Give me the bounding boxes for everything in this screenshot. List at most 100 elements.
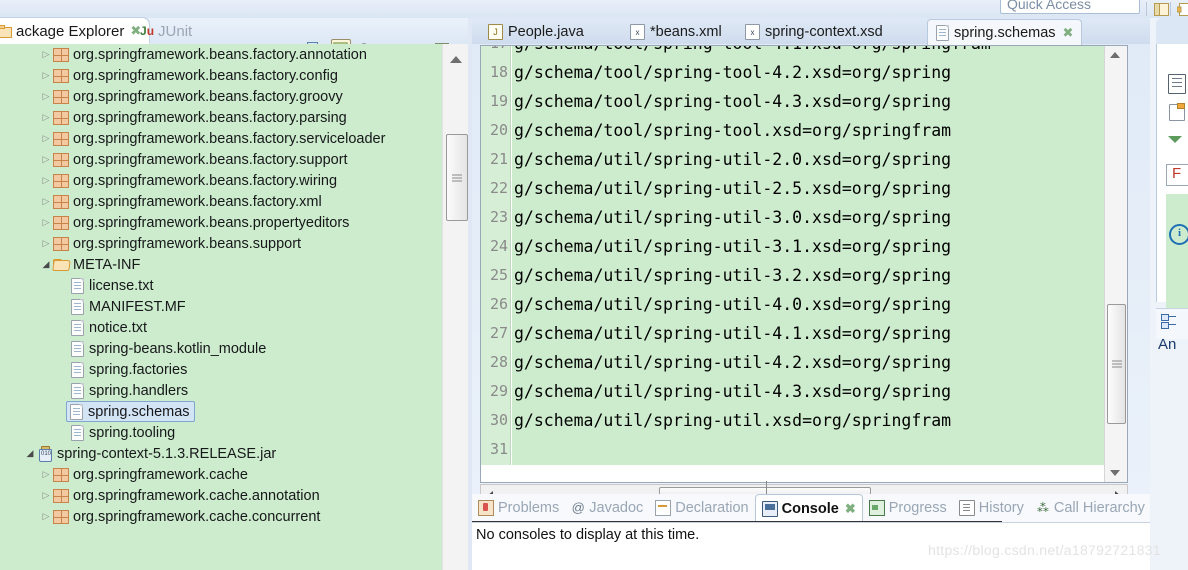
tree-item[interactable]: ▷ org.springframework.beans.support <box>0 233 442 254</box>
tree-item[interactable]: spring.factories <box>0 359 442 380</box>
code-line[interactable]: g/schema/util/spring-util-3.0.xsd=org/sp… <box>514 203 1104 232</box>
tree-item[interactable]: ▷ org.springframework.beans.factory.annot… <box>0 44 442 65</box>
tree-item[interactable]: ◢ 010 spring-context-5.1.3.RELEASE.jar <box>0 443 442 464</box>
tree-item[interactable]: license.txt <box>0 275 442 296</box>
expand-arrow-open-icon[interactable]: ◢ <box>40 259 52 270</box>
tree-item[interactable]: spring-beans.kotlin_module <box>0 338 442 359</box>
bottom-view-tab[interactable]: Console ✖ <box>754 494 863 522</box>
tree-item[interactable]: notice.txt <box>0 317 442 338</box>
expand-arrow-closed-icon[interactable]: ▷ <box>40 49 52 60</box>
bottom-view-tab[interactable]: Declaration <box>649 495 754 521</box>
editor-vertical-scrollbar[interactable] <box>1104 46 1127 482</box>
code-line[interactable]: g/schema/util/spring-util-4.1.xsd=org/sp… <box>514 319 1104 348</box>
editor-tab[interactable]: x spring-context.xsd <box>737 20 891 44</box>
scroll-up-arrow-icon[interactable] <box>450 56 462 63</box>
expand-arrow-open-icon[interactable]: ◢ <box>24 448 36 459</box>
tree-item[interactable]: ▷ org.springframework.beans.factory.xml <box>0 191 442 212</box>
editor-tab[interactable]: J People.java <box>480 20 592 44</box>
tree-item[interactable]: ◢ META-INF <box>0 254 442 275</box>
expand-arrow-closed-icon[interactable]: ▷ <box>40 511 52 522</box>
tree-item-icon <box>52 467 70 482</box>
expand-arrow-closed-icon[interactable]: ▷ <box>40 175 52 186</box>
expand-arrow-closed-icon[interactable]: ▷ <box>40 112 52 123</box>
open-perspective-icon[interactable] <box>1152 1 1170 17</box>
package-explorer-tabrow: ackage Explorer ✖ Ju JUnit <box>0 18 468 59</box>
package-icon <box>53 467 69 482</box>
tab-package-explorer[interactable]: ackage Explorer ✖ <box>0 18 150 44</box>
code-line[interactable]: g/schema/util/spring-util.xsd=org/spring… <box>514 406 1104 435</box>
tree-item[interactable]: ▷ org.springframework.beans.factory.confi… <box>0 65 442 86</box>
selected-tree-item[interactable]: spring.schemas <box>66 401 195 422</box>
code-line[interactable]: g/schema/util/spring-util-4.0.xsd=org/sp… <box>514 290 1104 319</box>
source-text[interactable]: g/schema/tool/spring-tool-4.1.xsd=org/sp… <box>512 46 1104 465</box>
code-line[interactable]: g/schema/util/spring-util-4.3.xsd=org/sp… <box>514 377 1104 406</box>
tree-item[interactable]: ▷ org.springframework.cache.concurrent <box>0 506 442 527</box>
code-line[interactable]: g/schema/util/spring-util-3.2.xsd=org/sp… <box>514 261 1104 290</box>
expand-arrow-closed-icon[interactable]: ▷ <box>40 91 52 102</box>
file-icon <box>70 424 84 441</box>
package-icon <box>53 110 69 125</box>
tree-item[interactable]: ▷ org.springframework.beans.factory.groov… <box>0 86 442 107</box>
quick-access-field[interactable]: Quick Access <box>1000 0 1140 14</box>
tree-item[interactable]: ▷ org.springframework.beans.propertyedito… <box>0 212 442 233</box>
code-line[interactable]: g/schema/tool/spring-tool.xsd=org/spring… <box>514 116 1104 145</box>
expand-arrow-closed-icon[interactable]: ▷ <box>40 70 52 81</box>
package-icon <box>53 236 69 251</box>
editor-text-area[interactable]: 17 18 19 20 21 22 23 24 25 26 27 28 29 30 31 g/schema/… <box>480 45 1128 483</box>
bottom-view-tab[interactable]: Progress <box>863 495 953 521</box>
chevron-down-icon[interactable] <box>1168 136 1182 143</box>
editor-tab[interactable]: x *beans.xml <box>622 20 730 44</box>
tab-junit[interactable]: Ju JUnit <box>140 18 192 44</box>
expand-arrow-closed-icon[interactable]: ▷ <box>40 154 52 165</box>
scroll-up-arrow-icon[interactable] <box>1110 52 1120 58</box>
expand-arrow-closed-icon[interactable]: ▷ <box>40 196 52 207</box>
perspective-java-icon[interactable] <box>1174 1 1188 17</box>
editor-tab-label: spring-context.xsd <box>765 24 883 40</box>
outline-tab[interactable] <box>1156 18 1188 44</box>
scrollbar-thumb[interactable] <box>1107 304 1126 424</box>
bottom-view-tab[interactable]: ⁂ Call Hierarchy <box>1030 495 1151 521</box>
expand-arrow-closed-icon[interactable]: ▷ <box>40 490 52 501</box>
code-line[interactable]: g/schema/util/spring-util-2.5.xsd=org/sp… <box>514 174 1104 203</box>
close-icon[interactable]: ✖ <box>845 501 856 517</box>
close-icon[interactable]: ✖ <box>1063 25 1074 41</box>
tree-item[interactable]: ▷ org.springframework.beans.factory.servi… <box>0 128 442 149</box>
tree-item[interactable]: ▷ org.springframework.beans.factory.parsi… <box>0 107 442 128</box>
scrollbar-thumb[interactable] <box>446 134 468 221</box>
line-number: 28 <box>489 353 508 371</box>
tree-item[interactable]: ▷ org.springframework.cache.annotation <box>0 485 442 506</box>
editor-tab[interactable]: spring.schemas ✖ <box>927 19 1083 45</box>
package-explorer-vertical-scrollbar[interactable] <box>442 44 469 570</box>
tree-item[interactable]: ▷ org.springframework.beans.factory.suppo… <box>0 149 442 170</box>
tree-item[interactable]: spring.tooling <box>0 422 442 443</box>
expand-arrow-closed-icon[interactable]: ▷ <box>40 238 52 249</box>
tree-item-label: org.springframework.beans.factory.wiring <box>73 172 338 189</box>
tree-item[interactable]: spring.schemas <box>0 401 442 422</box>
green-highlight-strip <box>1166 194 1188 314</box>
package-explorer-tree[interactable]: ▷ org.springframework.beans.factory.annot… <box>0 44 442 570</box>
code-line[interactable]: g/schema/tool/spring-tool-4.3.xsd=org/sp… <box>514 87 1104 116</box>
code-line[interactable]: g/schema/util/spring-util-2.0.xsd=org/sp… <box>514 145 1104 174</box>
java-file-icon: J <box>488 24 503 40</box>
expand-arrow-closed-icon[interactable]: ▷ <box>40 217 52 228</box>
outline-body[interactable]: F i <box>1156 44 1188 314</box>
console-underline <box>472 521 1002 522</box>
tree-item[interactable]: MANIFEST.MF <box>0 296 442 317</box>
tree-item[interactable]: ▷ org.springframework.beans.factory.wirin… <box>0 170 442 191</box>
folder-icon <box>52 258 71 271</box>
tree-item[interactable]: ▷ org.springframework.cache <box>0 464 442 485</box>
bottom-view-tab[interactable]: History <box>953 495 1030 521</box>
bottom-view-tab[interactable]: @ Javadoc <box>565 495 649 521</box>
code-line[interactable]: g/schema/util/spring-util-4.2.xsd=org/sp… <box>514 348 1104 377</box>
code-line[interactable]: g/schema/tool/spring-tool-4.1.xsd=org/sp… <box>514 46 1104 58</box>
tree-item[interactable]: spring.handlers <box>0 380 442 401</box>
bottom-view-tab[interactable]: Problems <box>472 495 565 521</box>
scroll-down-arrow-icon[interactable] <box>1110 470 1120 476</box>
code-line[interactable]: g/schema/tool/spring-tool-4.2.xsd=org/sp… <box>514 58 1104 87</box>
code-line[interactable]: g/schema/util/spring-util-3.1.xsd=org/sp… <box>514 232 1104 261</box>
copy-icon[interactable] <box>1169 103 1185 121</box>
expand-arrow-closed-icon[interactable]: ▷ <box>40 469 52 480</box>
annotations-label: An <box>1158 336 1177 353</box>
javadoc-icon: @ <box>571 500 585 515</box>
expand-arrow-closed-icon[interactable]: ▷ <box>40 133 52 144</box>
